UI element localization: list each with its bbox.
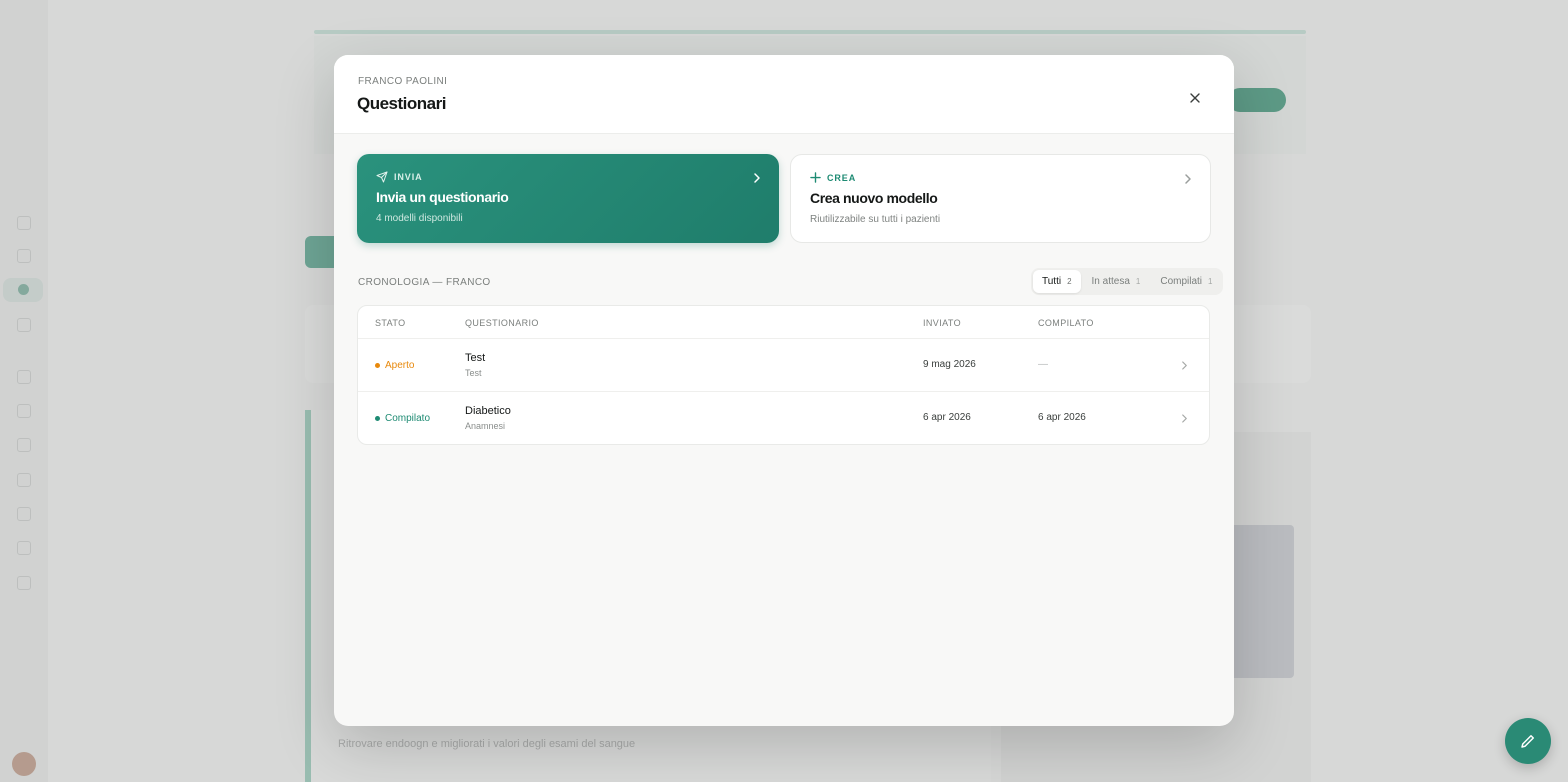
modal-header: FRANCO PAOLINI Questionari [334, 55, 1234, 134]
background-progress-line [314, 30, 1306, 34]
send-kicker-label: INVIA [394, 172, 423, 182]
sidebar-message-icon [17, 438, 31, 452]
background-sidebar [0, 0, 48, 782]
column-header-sent: INVIATO [923, 318, 961, 328]
questionnaire-name: Test [465, 352, 486, 364]
sent-date: 6 apr 2026 [923, 412, 971, 423]
filter-tab-label: In attesa [1091, 276, 1130, 287]
plus-icon [810, 172, 821, 183]
questionnaire-name: Diabetico [465, 405, 511, 417]
background-pill [1228, 88, 1286, 112]
pencil-icon [1521, 735, 1534, 748]
sidebar-file-icon [17, 404, 31, 418]
create-template-card[interactable]: CREA Crea nuovo modello Riutilizzabile s… [790, 154, 1211, 243]
status-label: Compilato [385, 413, 431, 424]
sidebar-filter-icon [17, 318, 31, 332]
sidebar-chart-icon [17, 507, 31, 521]
questionnaire-category: Test [465, 368, 482, 378]
table-row[interactable]: Aperto Test Test 9 mag 2026 — [358, 339, 1209, 392]
send-kicker: INVIA [376, 171, 423, 183]
questionnaire-category: Anamnesi [465, 421, 506, 431]
status-filter-tabs: Tutti 2 In attesa 1 Compilati 1 [1031, 268, 1224, 295]
patient-name: FRANCO PAOLINI [358, 76, 448, 87]
completed-date: 6 apr 2026 [1038, 412, 1086, 423]
chevron-right-icon [1182, 361, 1187, 370]
send-card-subtitle: 4 modelli disponibili [376, 213, 463, 224]
sidebar-folder-icon [17, 473, 31, 487]
sidebar-document-icon [17, 370, 31, 384]
table-row[interactable]: Compilato Diabetico Anamnesi 6 apr 2026 … [358, 392, 1209, 444]
history-label: CRONOLOGIA — FRANCO [358, 277, 491, 288]
status-badge: Compilato [375, 413, 430, 424]
column-header-completed: COMPILATO [1038, 318, 1094, 328]
completed-date: — [1038, 359, 1048, 370]
filter-tab-count: 1 [1208, 277, 1213, 286]
sidebar-home-icon [17, 216, 31, 230]
filter-tab-label: Tutti [1042, 276, 1062, 287]
questionnaires-modal: FRANCO PAOLINI Questionari INVIA Invia u… [334, 55, 1234, 726]
filter-tab-all[interactable]: Tutti 2 [1033, 270, 1081, 293]
modal-title: Questionari [357, 94, 446, 113]
sidebar-card-icon [17, 541, 31, 555]
create-card-subtitle: Riutilizzabile su tutti i pazienti [810, 214, 941, 225]
close-icon [1190, 93, 1200, 103]
filter-tab-pending[interactable]: In attesa 1 [1083, 270, 1150, 293]
status-dot [375, 363, 380, 368]
sidebar-active-item [3, 278, 43, 302]
column-header-status: STATO [375, 318, 406, 328]
close-button[interactable] [1180, 83, 1210, 113]
chevron-right-icon [1185, 174, 1191, 184]
sidebar-calendar-icon [17, 249, 31, 263]
table-header: STATO QUESTIONARIO INVIATO COMPILATO [358, 306, 1209, 339]
status-dot [375, 416, 380, 421]
avatar [12, 752, 36, 776]
filter-tab-count: 1 [1135, 277, 1141, 286]
status-badge: Aperto [375, 360, 414, 371]
questionnaire-history-table: STATO QUESTIONARIO INVIATO COMPILATO Ape… [357, 305, 1210, 445]
filter-tab-label: Compilati [1160, 276, 1203, 287]
status-label: Aperto [385, 360, 415, 371]
create-kicker: CREA [810, 172, 856, 183]
create-card-title: Crea nuovo modello [810, 190, 938, 206]
create-kicker-label: CREA [827, 172, 857, 183]
floating-action-button[interactable] [1505, 718, 1551, 764]
send-questionnaire-card[interactable]: INVIA Invia un questionario 4 modelli di… [357, 154, 779, 243]
chevron-right-icon [754, 173, 760, 183]
chevron-right-icon [1182, 414, 1187, 423]
send-card-title: Invia un questionario [376, 189, 509, 205]
filter-tab-count: 2 [1067, 277, 1072, 286]
sent-date: 9 mag 2026 [923, 359, 976, 370]
filter-tab-completed[interactable]: Compilati 1 [1151, 270, 1221, 293]
background-text: Ritrovare endoogn e migliorati i valori … [338, 738, 636, 750]
paper-plane-icon [376, 171, 388, 183]
sidebar-settings-icon [17, 576, 31, 590]
column-header-questionnaire: QUESTIONARIO [465, 318, 539, 328]
